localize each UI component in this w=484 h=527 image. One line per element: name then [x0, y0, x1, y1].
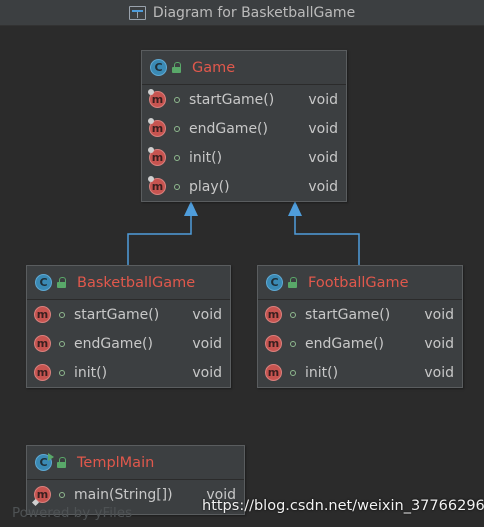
public-visibility-icon: [174, 96, 180, 103]
class-header: C FootballGame: [258, 266, 462, 300]
source-watermark: https://blog.csdn.net/weixin_37766296: [202, 498, 484, 514]
public-lock-icon: [288, 277, 298, 288]
method-return-type: void: [192, 335, 222, 352]
method-name: startGame(): [305, 306, 391, 323]
method-icon: m: [34, 335, 51, 352]
method-row[interactable]: m endGame() void: [27, 329, 230, 358]
edge-football-to-game: [294, 205, 360, 265]
runnable-class-icon: C: [35, 453, 54, 471]
method-return-type: void: [424, 306, 454, 323]
public-visibility-icon: [59, 340, 65, 347]
class-name: TemplMain: [77, 454, 155, 471]
method-row[interactable]: m init() void: [142, 143, 346, 172]
public-visibility-icon: [174, 183, 180, 190]
powered-by-label: Powered by yFiles: [12, 505, 133, 521]
method-return-type: void: [424, 364, 454, 381]
public-visibility-icon: [174, 125, 180, 132]
diagram-window: Diagram for BasketballGame C Game m star…: [0, 0, 484, 527]
public-lock-icon: [172, 62, 182, 73]
class-icon: C: [35, 274, 52, 291]
class-node-game[interactable]: C Game m startGame() void m endGame() vo…: [141, 50, 347, 202]
class-icon: C: [266, 274, 283, 291]
edge-basketball-arrowhead: [184, 201, 198, 216]
method-row[interactable]: m play() void: [142, 172, 346, 201]
abstract-method-icon: m: [148, 147, 166, 166]
class-header: C BasketballGame: [27, 266, 230, 300]
method-name: endGame(): [305, 335, 384, 352]
method-name: endGame(): [74, 335, 153, 352]
method-icon: m: [265, 306, 282, 323]
method-icon: m: [265, 335, 282, 352]
method-name: startGame(): [74, 306, 160, 323]
class-name: FootballGame: [308, 274, 409, 291]
method-row[interactable]: m endGame() void: [258, 329, 462, 358]
class-header: C Game: [142, 51, 346, 85]
method-row[interactable]: m startGame() void: [27, 300, 230, 329]
method-row[interactable]: m startGame() void: [142, 85, 346, 114]
edge-football-arrowhead: [288, 201, 302, 216]
method-return-type: void: [424, 335, 454, 352]
edge-basketball-to-game: [127, 205, 192, 265]
class-header: C TemplMain: [27, 446, 244, 480]
method-name: init(): [189, 149, 223, 166]
class-node-footballgame[interactable]: C FootballGame m startGame() void m endG…: [257, 265, 463, 388]
public-visibility-icon: [290, 340, 296, 347]
class-name: BasketballGame: [77, 274, 196, 291]
method-name: play(): [189, 178, 230, 195]
public-visibility-icon: [290, 311, 296, 318]
method-name: init(): [305, 364, 339, 381]
method-row[interactable]: m init() void: [258, 358, 462, 387]
public-visibility-icon: [174, 154, 180, 161]
public-visibility-icon: [59, 311, 65, 318]
method-name: main(String[]): [74, 486, 173, 503]
method-row[interactable]: m startGame() void: [258, 300, 462, 329]
method-row[interactable]: m endGame() void: [142, 114, 346, 143]
class-icon: C: [150, 59, 167, 76]
abstract-method-icon: m: [148, 118, 166, 137]
method-name: startGame(): [189, 91, 275, 108]
method-icon: m: [34, 364, 51, 381]
method-return-type: void: [308, 91, 338, 108]
method-return-type: void: [308, 149, 338, 166]
method-return-type: void: [192, 306, 222, 323]
method-row[interactable]: m init() void: [27, 358, 230, 387]
method-icon: m: [34, 306, 51, 323]
method-icon: m: [265, 364, 282, 381]
public-visibility-icon: [59, 369, 65, 376]
public-visibility-icon: [59, 491, 65, 498]
method-return-type: void: [308, 178, 338, 195]
method-return-type: void: [308, 120, 338, 137]
class-node-basketballgame[interactable]: C BasketballGame m startGame() void m en…: [26, 265, 231, 388]
method-name: endGame(): [189, 120, 268, 137]
public-lock-icon: [57, 277, 67, 288]
class-name: Game: [192, 59, 236, 76]
abstract-method-icon: m: [148, 89, 166, 108]
method-name: init(): [74, 364, 108, 381]
method-return-type: void: [192, 364, 222, 381]
public-visibility-icon: [290, 369, 296, 376]
static-method-icon: m: [34, 486, 51, 503]
final-method-icon: m: [148, 176, 166, 195]
public-lock-icon: [57, 457, 67, 468]
